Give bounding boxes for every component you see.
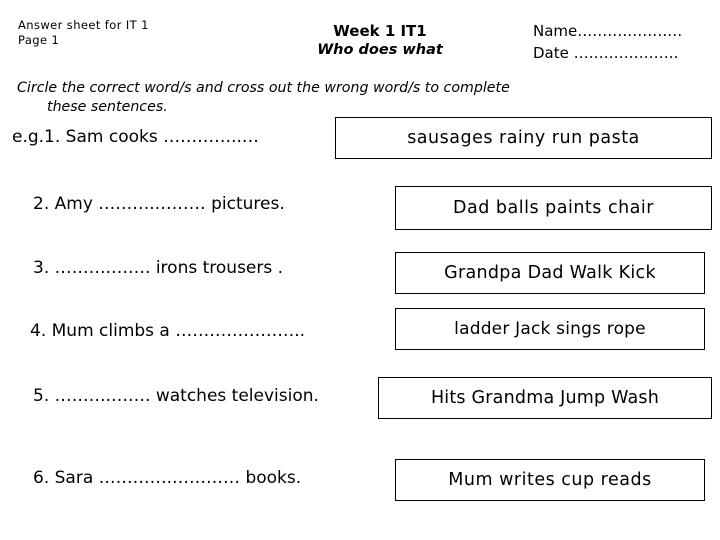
word-choices-3: Grandpa Dad Walk Kick [444, 263, 656, 283]
student-info-block: Name………………… Date ………………… [533, 20, 682, 64]
question-sentence-6: 6. Sara ………….………… books. [33, 468, 302, 488]
question-sentence-2: 2. Amy ……….……… pictures. [33, 194, 285, 214]
word-choice-box-4[interactable]: ladder Jack sings rope [395, 308, 705, 350]
date-field-label: Date ………………… [533, 44, 679, 62]
word-choices-2: Dad balls paints chair [453, 198, 654, 218]
worksheet-page: Answer sheet for IT 1 Page 1 Week 1 IT1 … [0, 0, 720, 540]
worksheet-title-block: Week 1 IT1 Who does what [290, 22, 470, 60]
question-sentence-5: 5. ……….……. watches television. [33, 386, 319, 406]
word-choice-box-6[interactable]: Mum writes cup reads [395, 459, 705, 501]
word-choices-1: sausages rainy run pasta [407, 128, 640, 148]
page-subtitle: Who does what [317, 42, 443, 58]
word-choices-6: Mum writes cup reads [448, 470, 652, 490]
instruction-line-1: Circle the correct word/s and cross out … [17, 80, 510, 96]
word-choices-4: ladder Jack sings rope [454, 319, 646, 339]
word-choices-5: Hits Grandma Jump Wash [430, 388, 660, 408]
answer-sheet-title: Answer sheet for IT 1 [18, 18, 149, 32]
question-sentence-3: 3. ……….……. irons trousers . [33, 258, 284, 278]
question-sentence-1: e.g.1. Sam cooks …………..… [12, 127, 259, 147]
instruction-line-2: these sentences. [47, 98, 168, 115]
question-sentence-4: 4. Mum climbs a ………………….. [30, 321, 306, 341]
word-choice-box-5[interactable]: Hits Grandma Jump Wash [378, 377, 712, 419]
page-title: Week 1 IT1 [333, 22, 427, 40]
instruction-text: Circle the correct word/s and cross out … [17, 79, 707, 116]
page-number-label: Page 1 [18, 33, 60, 47]
word-choice-box-3[interactable]: Grandpa Dad Walk Kick [395, 252, 705, 294]
word-choice-box-1[interactable]: sausages rainy run pasta [335, 117, 712, 159]
answer-sheet-label: Answer sheet for IT 1 Page 1 [18, 18, 149, 48]
word-choice-box-2[interactable]: Dad balls paints chair [395, 186, 712, 230]
name-field-label: Name………………… [533, 22, 683, 40]
